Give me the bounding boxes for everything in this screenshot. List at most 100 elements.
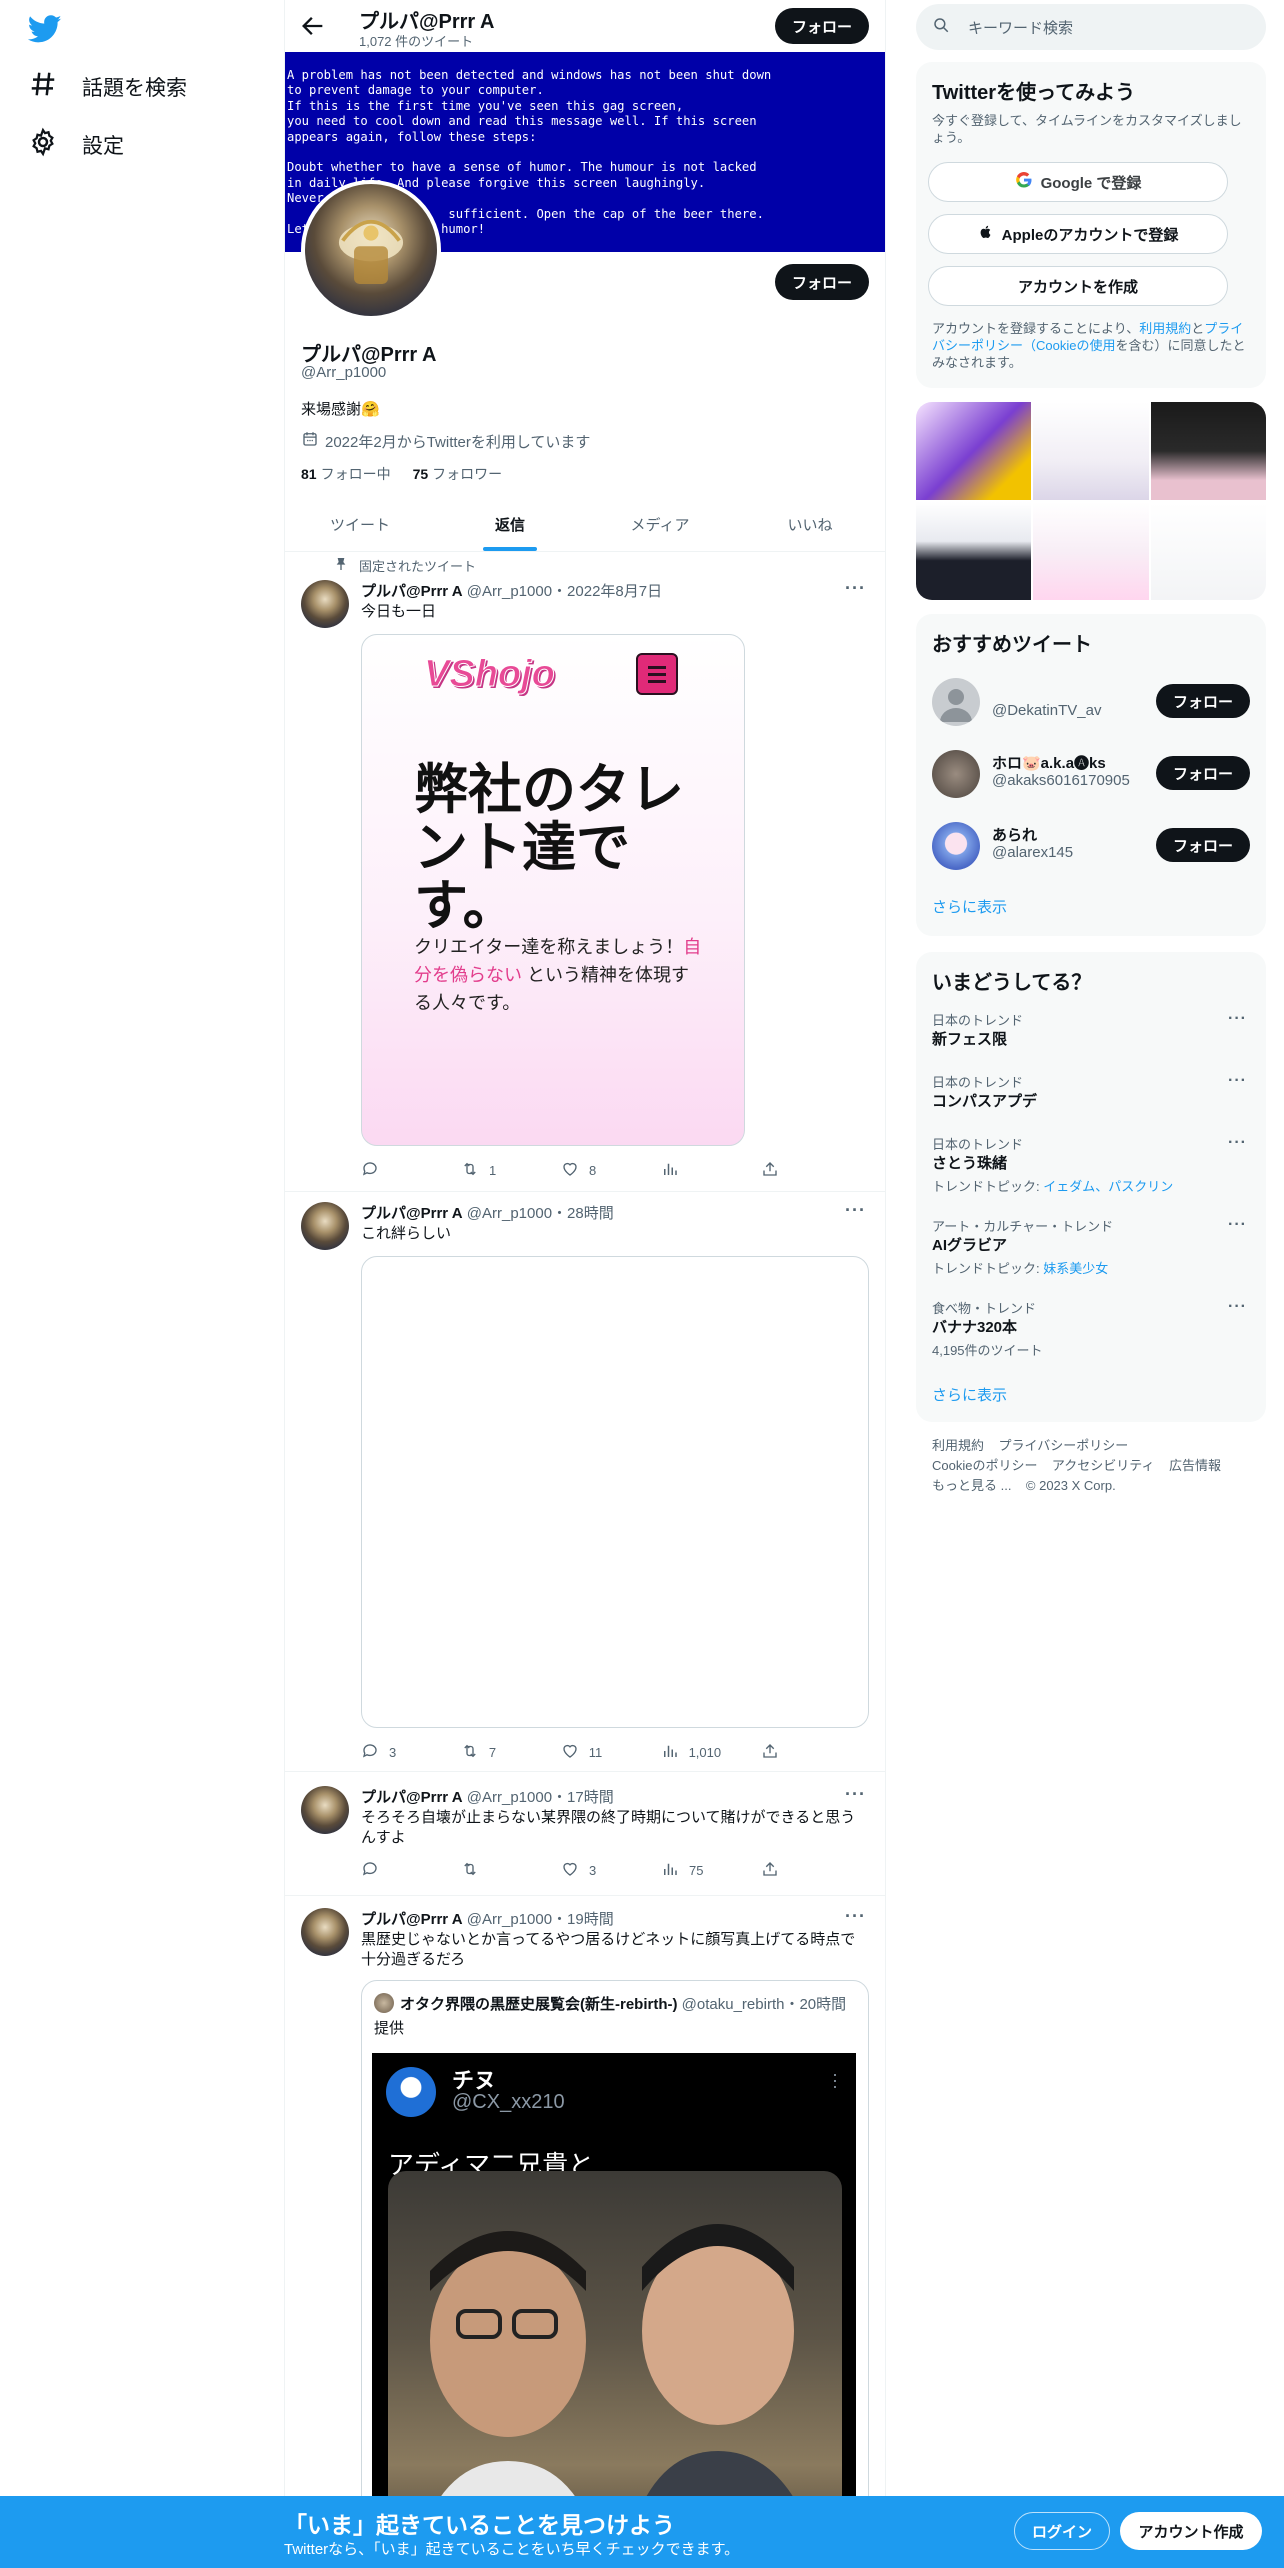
tab-tweets[interactable]: ツイート xyxy=(285,498,435,551)
create-account-button[interactable]: アカウントを作成 xyxy=(928,266,1228,306)
avatar[interactable] xyxy=(932,750,980,798)
more-options-icon[interactable]: ··· xyxy=(1228,1134,1247,1152)
views-button[interactable]: 75 xyxy=(661,1858,721,1882)
terms-link[interactable]: 利用規約 xyxy=(1139,321,1191,336)
trend-topics-label: トレンドトピック: xyxy=(932,1261,1044,1276)
media-thumbnail[interactable] xyxy=(1033,502,1149,600)
media-thumbnail[interactable] xyxy=(1150,502,1266,600)
link-card[interactable]: VShojo 弊社のタレント達です。 クリエイター達を称えましょう！自分を偽らな… xyxy=(361,634,745,1146)
profile-avatar[interactable] xyxy=(301,180,441,320)
more-options-icon[interactable]: ··· xyxy=(845,578,866,599)
trend-item[interactable]: 日本のトレンド 新フェス限 ··· xyxy=(916,1010,1266,1070)
twitter-logo-icon[interactable] xyxy=(27,12,62,46)
more-options-icon[interactable]: ··· xyxy=(1228,1010,1247,1028)
tweet[interactable]: プルパ@Prrr A @Arr_p1000・19時間 ··· 黒歴史じゃないとか… xyxy=(285,1896,885,2568)
reply-button[interactable] xyxy=(361,1158,421,1182)
profile-follow-button[interactable]: フォロー xyxy=(775,264,869,300)
hashtag-icon xyxy=(28,69,58,105)
like-button[interactable]: 3 xyxy=(561,1858,621,1882)
tweet-author-name[interactable]: プルパ@Prrr A xyxy=(361,1911,463,1928)
followers-link[interactable]: 75 フォロワー xyxy=(413,464,503,484)
trends-show-more-link[interactable]: さらに表示 xyxy=(932,1384,1007,1405)
tweet-media[interactable] xyxy=(361,1256,869,1728)
footer-more-link[interactable]: もっと見る ... xyxy=(932,1478,1011,1493)
media-thumbnail[interactable] xyxy=(916,502,1032,600)
tweet-author-name[interactable]: プルパ@Prrr A xyxy=(361,583,463,600)
search-icon xyxy=(932,16,950,38)
more-options-icon[interactable]: ··· xyxy=(845,1906,866,1927)
follow-button[interactable]: フォロー xyxy=(1156,684,1250,718)
cookie-link[interactable]: （Cookieの使用 xyxy=(1023,338,1115,353)
trend-item[interactable]: 食べ物・トレンド バナナ320本 4,195件のツイート ··· xyxy=(916,1298,1266,1378)
reco-item[interactable]: @DekatinTV_av フォロー xyxy=(916,666,1266,738)
reply-button[interactable] xyxy=(361,1858,421,1882)
quoted-tweet[interactable]: オタク界隈の黒歴史展覧会(新生-rebirth-) @otaku_rebirth… xyxy=(361,1980,869,2568)
reco-name: ホロ🐷a.k.a🅐ks xyxy=(992,755,1106,772)
media-thumbnail[interactable] xyxy=(1033,402,1149,500)
follow-button[interactable]: フォロー xyxy=(1156,756,1250,790)
apple-signup-button[interactable]: Appleのアカウントで登録 xyxy=(928,214,1228,254)
like-button[interactable]: 8 xyxy=(561,1158,621,1182)
avatar[interactable] xyxy=(932,822,980,870)
nav-explore[interactable]: 話題を検索 xyxy=(28,60,187,114)
login-button[interactable]: ログイン xyxy=(1014,2512,1110,2550)
search-box[interactable]: キーワード検索 xyxy=(916,4,1266,50)
more-options-icon[interactable]: ··· xyxy=(1228,1216,1247,1234)
trend-topics-links[interactable]: 妹系美少女 xyxy=(1043,1261,1108,1276)
follow-button[interactable]: フォロー xyxy=(1156,828,1250,862)
share-button[interactable] xyxy=(761,1740,781,1764)
reply-button[interactable]: 3 xyxy=(361,1740,421,1764)
tweet-author-name[interactable]: プルパ@Prrr A xyxy=(361,1789,463,1806)
signup-button[interactable]: アカウント作成 xyxy=(1120,2512,1262,2550)
screenshot-more-icon: · · · xyxy=(832,2064,838,2096)
like-button[interactable]: 11 xyxy=(561,1740,621,1764)
tab-likes[interactable]: いいね xyxy=(735,498,885,551)
more-options-icon[interactable]: ··· xyxy=(845,1200,866,1221)
reco-show-more-link[interactable]: さらに表示 xyxy=(932,896,1007,917)
footer-accessibility-link[interactable]: アクセシビリティ xyxy=(1052,1458,1155,1473)
nav-settings[interactable]: 設定 xyxy=(28,118,124,172)
views-button[interactable] xyxy=(661,1158,721,1182)
trend-topics-links[interactable]: イェダム、パスクリン xyxy=(1043,1179,1173,1194)
views-button[interactable]: 1,010 xyxy=(661,1740,721,1764)
avatar[interactable] xyxy=(301,1786,349,1834)
tweet[interactable]: プルパ@Prrr A @Arr_p1000・28時間 ··· これ絆らしい 3 … xyxy=(285,1192,885,1772)
quoted-image[interactable]: チヌ @CX_xx210 · · · アディマ二兄貴と xyxy=(372,2053,856,2568)
trend-item[interactable]: アート・カルチャー・トレンド AIグラビア トレンドトピック: 妹系美少女 ··… xyxy=(916,1216,1266,1296)
tweet-header: プルパ@Prrr A @Arr_p1000・2022年8月7日 xyxy=(361,580,662,601)
quoted-avatar xyxy=(374,1993,394,2013)
avatar[interactable] xyxy=(301,580,349,628)
more-options-icon[interactable]: ··· xyxy=(1228,1298,1247,1316)
reco-item[interactable]: あられ @alarex145 フォロー xyxy=(916,810,1266,882)
header-follow-button[interactable]: フォロー xyxy=(775,8,869,44)
footer-terms-link[interactable]: 利用規約 xyxy=(932,1438,984,1453)
following-link[interactable]: 81 フォロー中 xyxy=(301,464,391,484)
share-button[interactable] xyxy=(761,1158,781,1182)
tweet-author-name[interactable]: プルパ@Prrr A xyxy=(361,1205,463,1222)
trend-item[interactable]: 日本のトレンド コンパスアプデ ··· xyxy=(916,1072,1266,1132)
retweet-button[interactable] xyxy=(461,1858,521,1882)
trend-item[interactable]: 日本のトレンド さとう珠緒 トレンドトピック: イェダム、パスクリン ··· xyxy=(916,1134,1266,1214)
back-arrow-icon[interactable] xyxy=(299,12,327,40)
footer-ads-link[interactable]: 広告情報 xyxy=(1169,1458,1221,1473)
tab-media[interactable]: メディア xyxy=(585,498,735,551)
avatar[interactable] xyxy=(932,678,980,726)
tab-replies[interactable]: 返信 xyxy=(435,498,585,551)
more-options-icon[interactable]: ··· xyxy=(845,1784,866,1805)
footer-privacy-link[interactable]: プライバシーポリシー xyxy=(998,1438,1128,1453)
footer-cookie-link[interactable]: Cookieのポリシー xyxy=(932,1458,1037,1473)
share-button[interactable] xyxy=(761,1858,781,1882)
retweet-button[interactable]: 1 xyxy=(461,1158,521,1182)
signup-subtitle: 今すぐ登録して、タイムラインをカスタマイズしましょう。 xyxy=(932,113,1242,145)
media-thumbnail[interactable] xyxy=(1150,402,1266,500)
google-signup-button[interactable]: Google で登録 xyxy=(928,162,1228,202)
more-options-icon[interactable]: ··· xyxy=(1228,1072,1247,1090)
retweet-button[interactable]: 7 xyxy=(461,1740,521,1764)
avatar[interactable] xyxy=(301,1202,349,1250)
media-thumbnail[interactable] xyxy=(916,402,1032,500)
tweet[interactable]: プルパ@Prrr A @Arr_p1000・17時間 ··· そろそろ自壊が止ま… xyxy=(285,1772,885,1896)
tweet[interactable]: 固定されたツイート プルパ@Prrr A @Arr_p1000・2022年8月7… xyxy=(285,552,885,1192)
reco-item[interactable]: ホロ🐷a.k.a🅐ks @akaks6016170905 フォロー xyxy=(916,738,1266,810)
tweet-header: プルパ@Prrr A @Arr_p1000・19時間 xyxy=(361,1908,614,1929)
avatar[interactable] xyxy=(301,1908,349,1956)
